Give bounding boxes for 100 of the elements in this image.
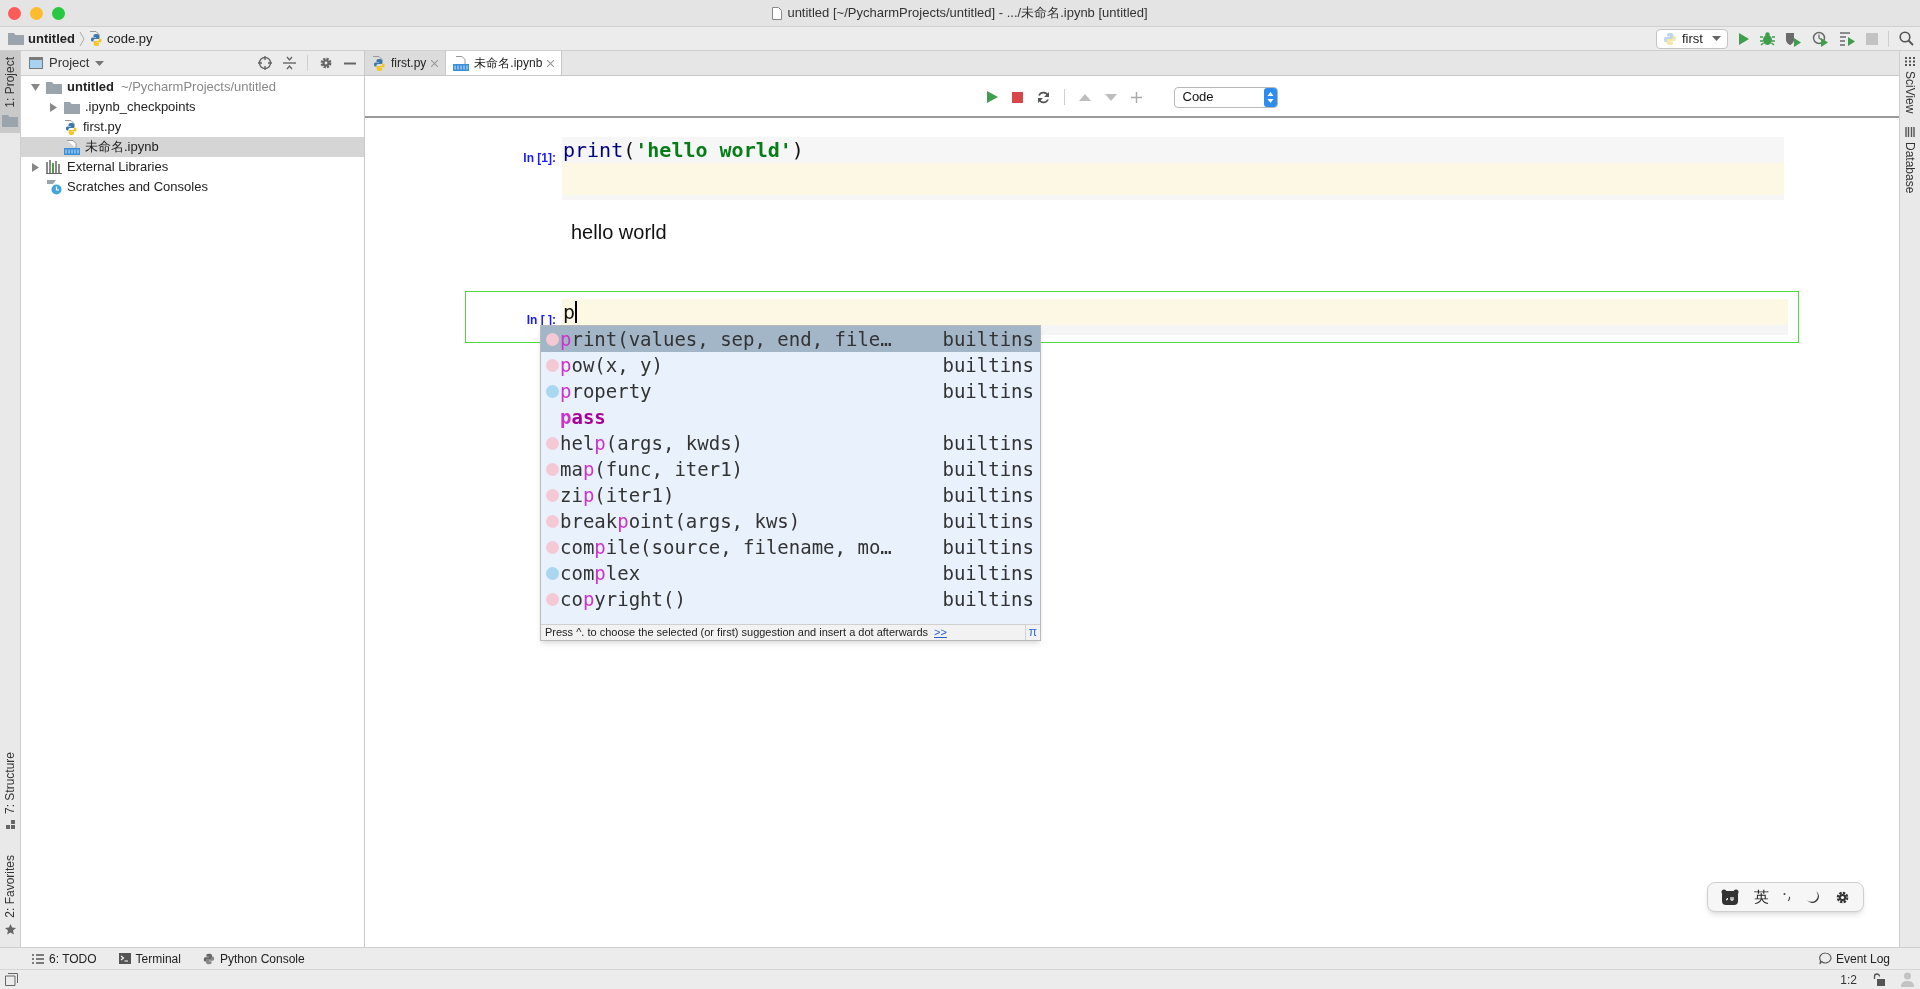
- concurrency-run-icon[interactable]: [1839, 31, 1856, 46]
- event-log-button[interactable]: Event Log: [1818, 949, 1920, 968]
- python-icon: [202, 952, 215, 965]
- punctuation-icon[interactable]: [1783, 892, 1792, 902]
- cursor-position[interactable]: 1:2: [1840, 970, 1857, 989]
- collapsed-arrow-icon[interactable]: [31, 162, 39, 172]
- panel-icon: [29, 57, 43, 69]
- completion-item[interactable]: p roperty builtins: [541, 378, 1040, 404]
- python-file-icon: [88, 31, 103, 46]
- tool-window-button[interactable]: 6: TODO: [32, 949, 97, 968]
- tool-window-button[interactable]: Terminal: [118, 949, 181, 968]
- completion-item[interactable]: pass: [541, 404, 1040, 430]
- scratches-icon: [46, 179, 62, 195]
- completion-item[interactable]: pow(x, y) builtins: [541, 352, 1040, 378]
- tree-item[interactable]: untitled ~/PycharmProjects/untitled: [21, 77, 364, 97]
- hide-panel-icon[interactable]: [344, 61, 356, 65]
- completion-source: builtins: [942, 560, 1034, 586]
- coverage-run-icon[interactable]: [1785, 30, 1802, 47]
- code-editor[interactable]: print('hello world'): [562, 137, 1784, 200]
- toggle-tool-windows-icon[interactable]: [5, 973, 18, 986]
- completion-item[interactable]: map(func, iter1) builtins: [541, 456, 1040, 482]
- completion-item[interactable]: zip(iter1) builtins: [541, 482, 1040, 508]
- close-icon[interactable]: [431, 59, 439, 67]
- more-link[interactable]: >>: [934, 624, 947, 641]
- function-icon: [545, 462, 559, 476]
- collapse-all-icon[interactable]: [283, 56, 296, 70]
- folder-icon: [8, 32, 24, 45]
- breadcrumb[interactable]: code.py: [88, 28, 153, 49]
- completion-source: builtins: [942, 508, 1034, 534]
- completion-item[interactable]: compile(source, filename, mo… builtins: [541, 534, 1040, 560]
- stop-icon[interactable]: [1011, 91, 1023, 103]
- add-cell-icon[interactable]: [1130, 91, 1142, 103]
- completion-name: zip(iter1): [560, 482, 676, 508]
- restart-icon[interactable]: [1036, 90, 1050, 104]
- completion-item[interactable]: help(args, kwds) builtins: [541, 430, 1040, 456]
- list-icon: [32, 953, 44, 964]
- completion-item[interactable]: complex builtins: [541, 560, 1040, 586]
- move-up-icon[interactable]: [1078, 93, 1091, 101]
- completion-name: copyright(): [560, 586, 687, 612]
- file-icon: [772, 6, 783, 20]
- bug-icon[interactable]: [1760, 31, 1775, 46]
- pin-button[interactable]: π: [1024, 625, 1040, 640]
- tree-item[interactable]: Scratches and Consoles: [21, 177, 364, 197]
- run-cell-icon[interactable]: [986, 91, 998, 103]
- tree-item[interactable]: .ipynb_checkpoints: [21, 97, 364, 117]
- star-icon: [4, 924, 16, 935]
- notebook-cell[interactable]: In [1]: print('hello world'): [465, 136, 1799, 201]
- locate-icon[interactable]: [258, 56, 272, 70]
- window-title: untitled [~/PycharmProjects/untitled] - .../未命名.ipynb [untitled]: [787, 4, 1148, 23]
- tool-window-tab[interactable]: 1: Project: [0, 51, 20, 133]
- language-toggle[interactable]: 英: [1753, 885, 1769, 909]
- run-icon[interactable]: [1738, 31, 1750, 46]
- structure-icon: [5, 820, 15, 830]
- function-icon: [545, 358, 559, 372]
- function-icon: [545, 592, 559, 606]
- bear-logo-icon[interactable]: [1721, 889, 1740, 905]
- completion-name: pass: [560, 404, 607, 430]
- completion-name: breakpoint(args, kws): [560, 508, 802, 534]
- cell-type-dropdown[interactable]: Code: [1173, 86, 1278, 108]
- completion-name: pow(x, y): [560, 352, 664, 378]
- stepper-icon: [1263, 87, 1277, 107]
- move-down-icon[interactable]: [1104, 93, 1117, 101]
- project-view-dropdown[interactable]: Project: [27, 53, 105, 73]
- folder-icon: [46, 80, 62, 94]
- tree-item[interactable]: External Libraries: [21, 157, 364, 177]
- tool-window-button[interactable]: Python Console: [202, 949, 305, 968]
- tool-window-tab[interactable]: 2: Favorites: [0, 849, 20, 941]
- tool-window-tab[interactable]: 7: Structure: [0, 746, 20, 836]
- completion-item[interactable]: p rint(values, sep, end, file… builtins: [541, 326, 1040, 352]
- profile-run-icon[interactable]: [1812, 30, 1829, 47]
- run-configuration-dropdown[interactable]: first: [1656, 28, 1728, 49]
- completion-source: builtins: [942, 586, 1034, 612]
- completion-name: help(args, kwds): [560, 430, 745, 456]
- notebook-file-icon: [453, 55, 470, 71]
- tree-item[interactable]: first.py: [21, 117, 364, 137]
- completion-source: builtins: [942, 456, 1034, 482]
- moon-icon[interactable]: [1806, 890, 1821, 904]
- tree-item[interactable]: 未命名.ipynb: [21, 137, 364, 157]
- expanded-arrow-icon[interactable]: [30, 83, 40, 91]
- caret-icon: [1712, 36, 1721, 41]
- completion-source: builtins: [942, 534, 1034, 560]
- zoom-window-button[interactable]: [52, 6, 65, 20]
- class-icon: [545, 384, 559, 398]
- collapsed-arrow-icon[interactable]: [49, 102, 57, 112]
- editor-tab[interactable]: 未命名.ipynb: [446, 51, 563, 75]
- completion-item[interactable]: breakpoint(args, kws) builtins: [541, 508, 1040, 534]
- settings-icon[interactable]: [1834, 889, 1850, 905]
- breadcrumb[interactable]: untitled: [8, 28, 75, 49]
- code-line: p: [563, 299, 576, 325]
- editor-tab[interactable]: first.py: [365, 51, 447, 75]
- completion-source: builtins: [942, 352, 1034, 378]
- close-window-button[interactable]: [8, 6, 21, 20]
- tool-window-tab[interactable]: SciView: [1901, 57, 1919, 114]
- completion-item[interactable]: copyright() builtins: [541, 586, 1040, 612]
- tool-window-tab[interactable]: Database: [1901, 127, 1919, 194]
- function-icon: [545, 514, 559, 528]
- search-icon[interactable]: [1899, 31, 1914, 46]
- close-icon[interactable]: [547, 59, 555, 67]
- lock-icon[interactable]: [1873, 973, 1885, 986]
- caret-icon: [95, 60, 105, 66]
